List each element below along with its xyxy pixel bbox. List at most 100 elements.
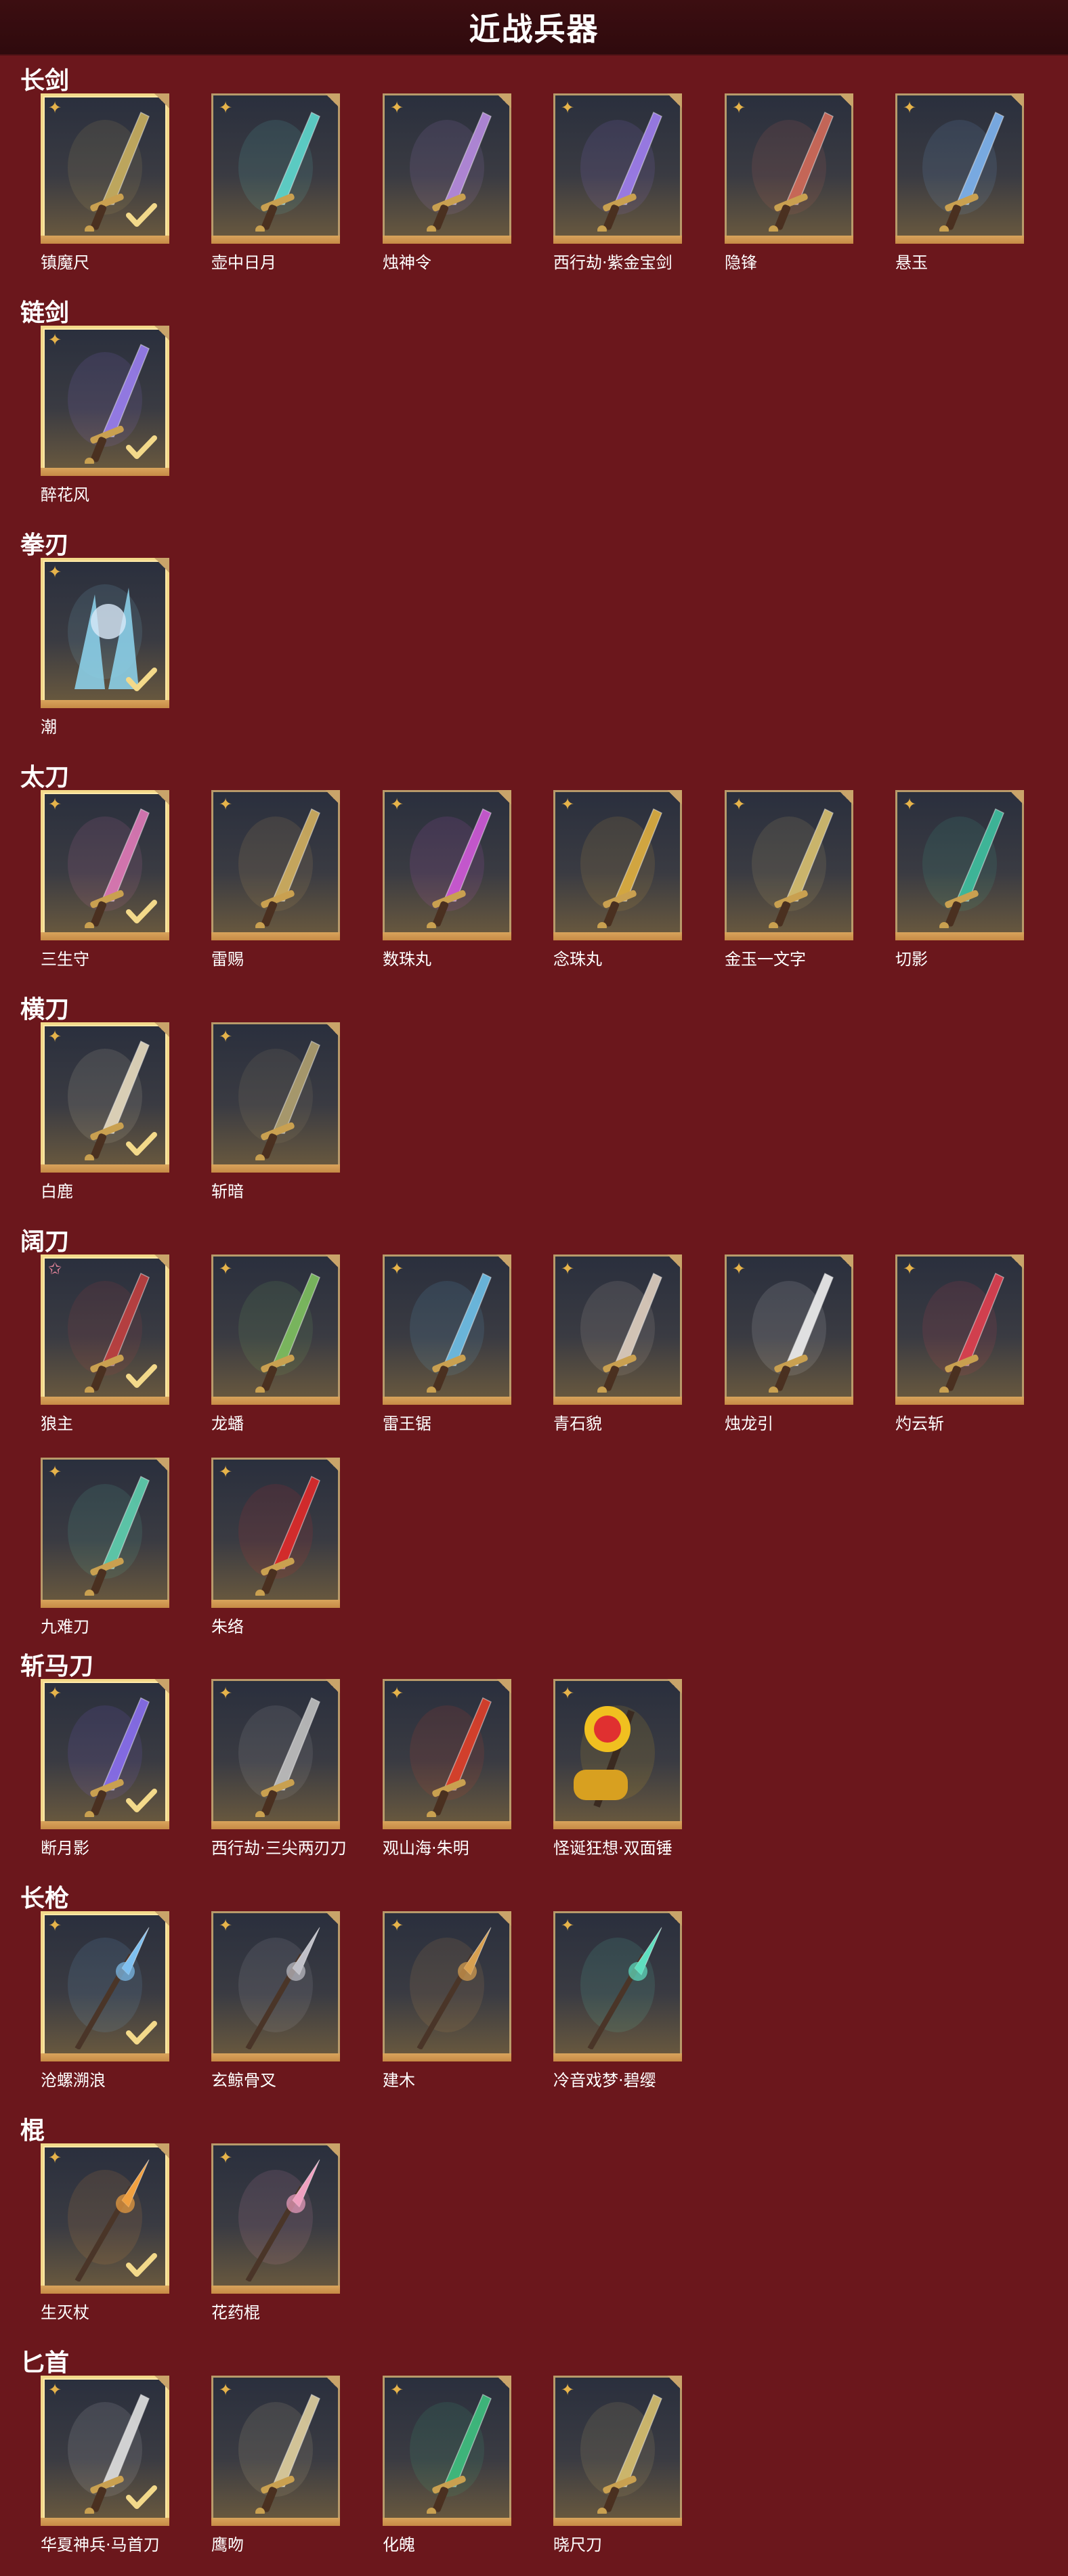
card-bottom-bar [553,2053,682,2061]
weapon-card[interactable]: ✦ 晓尺刀 [553,2376,682,2554]
weapon-card[interactable]: ✦ 雷赐 [211,790,340,969]
zhanmadao-icon [238,1697,320,1817]
weapon-card[interactable]: ✦ 切影 [895,790,1024,969]
weapon-card[interactable]: ✦ 怪诞狂想·双面锤 [553,1679,682,1858]
card-corner [154,2143,169,2158]
weapon-card[interactable]: ✦ 白鹿 [41,1022,169,1201]
weapon-card[interactable]: ✦ 九难刀 [41,1458,169,1636]
card-corner [1009,93,1024,108]
weapon-card[interactable]: ✦ 三生守 [41,790,169,969]
weapon-name: 化魄 [383,2535,415,2554]
star-icon: ✦ [218,1027,233,1046]
card-bottom-bar [211,1600,340,1608]
sword-icon [922,111,1004,232]
card-bottom-bar [895,1397,1024,1405]
weapon-card[interactable]: ✦ 观山海·朱明 [383,1679,511,1858]
card-bottom-bar [211,932,340,940]
weapon-name: 雷王锯 [383,1414,431,1433]
card-corner [154,558,169,573]
broadsword-icon [922,1272,1004,1393]
card-bottom-bar [895,932,1024,940]
star-icon: ✦ [218,1462,233,1481]
weapon-card[interactable]: ✦ 冷音戏梦·碧缨 [553,1911,682,2090]
card-corner [154,1679,169,1694]
weapon-name: 青石貌 [553,1414,602,1433]
star-icon: ✦ [731,1259,746,1278]
weapon-card[interactable]: ✦ 断月影 [41,1679,169,1858]
weapon-card[interactable]: ✦ 隐锋 [725,93,853,272]
card-corner [1009,790,1024,805]
weapon-card[interactable]: ✦ 念珠丸 [553,790,682,969]
card-corner [325,1458,340,1472]
star-icon: ✦ [902,795,917,814]
card-bottom-bar [725,1397,853,1405]
weapon-card[interactable]: ✦ 华夏神兵·马首刀 [41,2376,169,2554]
card-bottom-bar [383,1397,511,1405]
card-corner [325,2143,340,2158]
weapon-card[interactable]: ✦ 灼云斩 [895,1254,1024,1433]
weapon-card[interactable]: ✦ 龙蟠 [211,1254,340,1433]
weapon-card[interactable]: ✦ 花药棍 [211,2143,340,2322]
card-bottom-bar [211,1821,340,1829]
star-icon: ✦ [47,2148,62,2167]
hammer-icon [574,1705,655,1808]
weapon-name: 切影 [895,950,928,969]
star-icon: ✦ [47,330,62,349]
weapon-card[interactable]: ✦ 朱络 [211,1458,340,1636]
check-icon [126,1364,157,1388]
weapon-card[interactable]: ✦ 西行劫·三尖两刃刀 [211,1679,347,1858]
weapon-card[interactable]: ✦ 鹰吻 [211,2376,340,2554]
weapon-card[interactable]: ✦ 化魄 [383,2376,511,2554]
katana-icon [752,808,834,928]
check-icon [126,435,157,459]
weapon-card[interactable]: ✦ 沧螺溯浪 [41,1911,169,2090]
weapon-card[interactable]: ✦ 烛龙引 [725,1254,853,1433]
card-bottom-bar [211,2053,340,2061]
weapon-name: 建木 [383,2071,415,2090]
weapon-card[interactable]: ✦ 金玉一文字 [725,790,853,969]
star-icon: ✦ [389,1916,404,1935]
weapon-card[interactable]: ✦ 建木 [383,1911,511,2090]
card-bottom-bar [895,236,1024,244]
star-icon: ✦ [218,98,233,117]
check-icon [126,203,157,227]
weapon-card[interactable]: ✦ 数珠丸 [383,790,511,969]
dagger-icon [410,2393,492,2514]
weapon-card[interactable]: ✦ 悬玉 [895,93,1024,272]
weapon-card[interactable]: ✦ 镇魔尺 [41,93,169,272]
card-bottom-bar [383,932,511,940]
weapon-card[interactable]: ✦ 生灭杖 [41,2143,169,2322]
weapon-card[interactable]: ✦ 醉花风 [41,326,169,504]
page-title: 近战兵器 [469,11,599,47]
weapon-card[interactable]: ✦ 斩暗 [211,1022,340,1201]
card-bottom-bar [383,236,511,244]
weapon-card[interactable]: ✦ 玄鲸骨叉 [211,1911,340,2090]
card-bottom-bar [725,236,853,244]
weapon-card[interactable]: ✦ 烛神令 [383,93,511,272]
weapon-name: 醉花风 [41,485,89,504]
card-bottom-bar [211,2518,340,2526]
card-bottom-bar [211,1164,340,1173]
card-corner [325,1911,340,1926]
card-corner [325,2376,340,2391]
weapon-name: 怪诞狂想·双面锤 [553,1839,672,1858]
weapon-name: 数珠丸 [383,950,431,969]
broadsword-icon [238,1272,320,1393]
weapon-name: 华夏神兵·马首刀 [41,2535,160,2554]
star-icon: ✦ [560,1684,575,1703]
sword-icon [410,111,492,232]
weapon-card[interactable]: ✦ 潮 [41,558,169,737]
card-corner [154,1254,169,1269]
weapon-card[interactable]: ✦ 西行劫·紫金宝剑 [553,93,682,272]
card-corner [667,790,682,805]
card-corner [154,326,169,341]
card-bottom-bar [41,932,169,940]
weapon-card[interactable]: ✦ 壶中日月 [211,93,340,272]
card-corner [838,93,853,108]
weapon-card[interactable]: ✦ 青石貌 [553,1254,682,1433]
weapon-card[interactable]: ✩ 狼主 [41,1254,169,1433]
card-bottom-bar [41,1397,169,1405]
weapon-name: 花药棍 [211,2303,260,2322]
weapon-card[interactable]: ✦ 雷王锯 [383,1254,511,1433]
card-corner [667,2376,682,2391]
